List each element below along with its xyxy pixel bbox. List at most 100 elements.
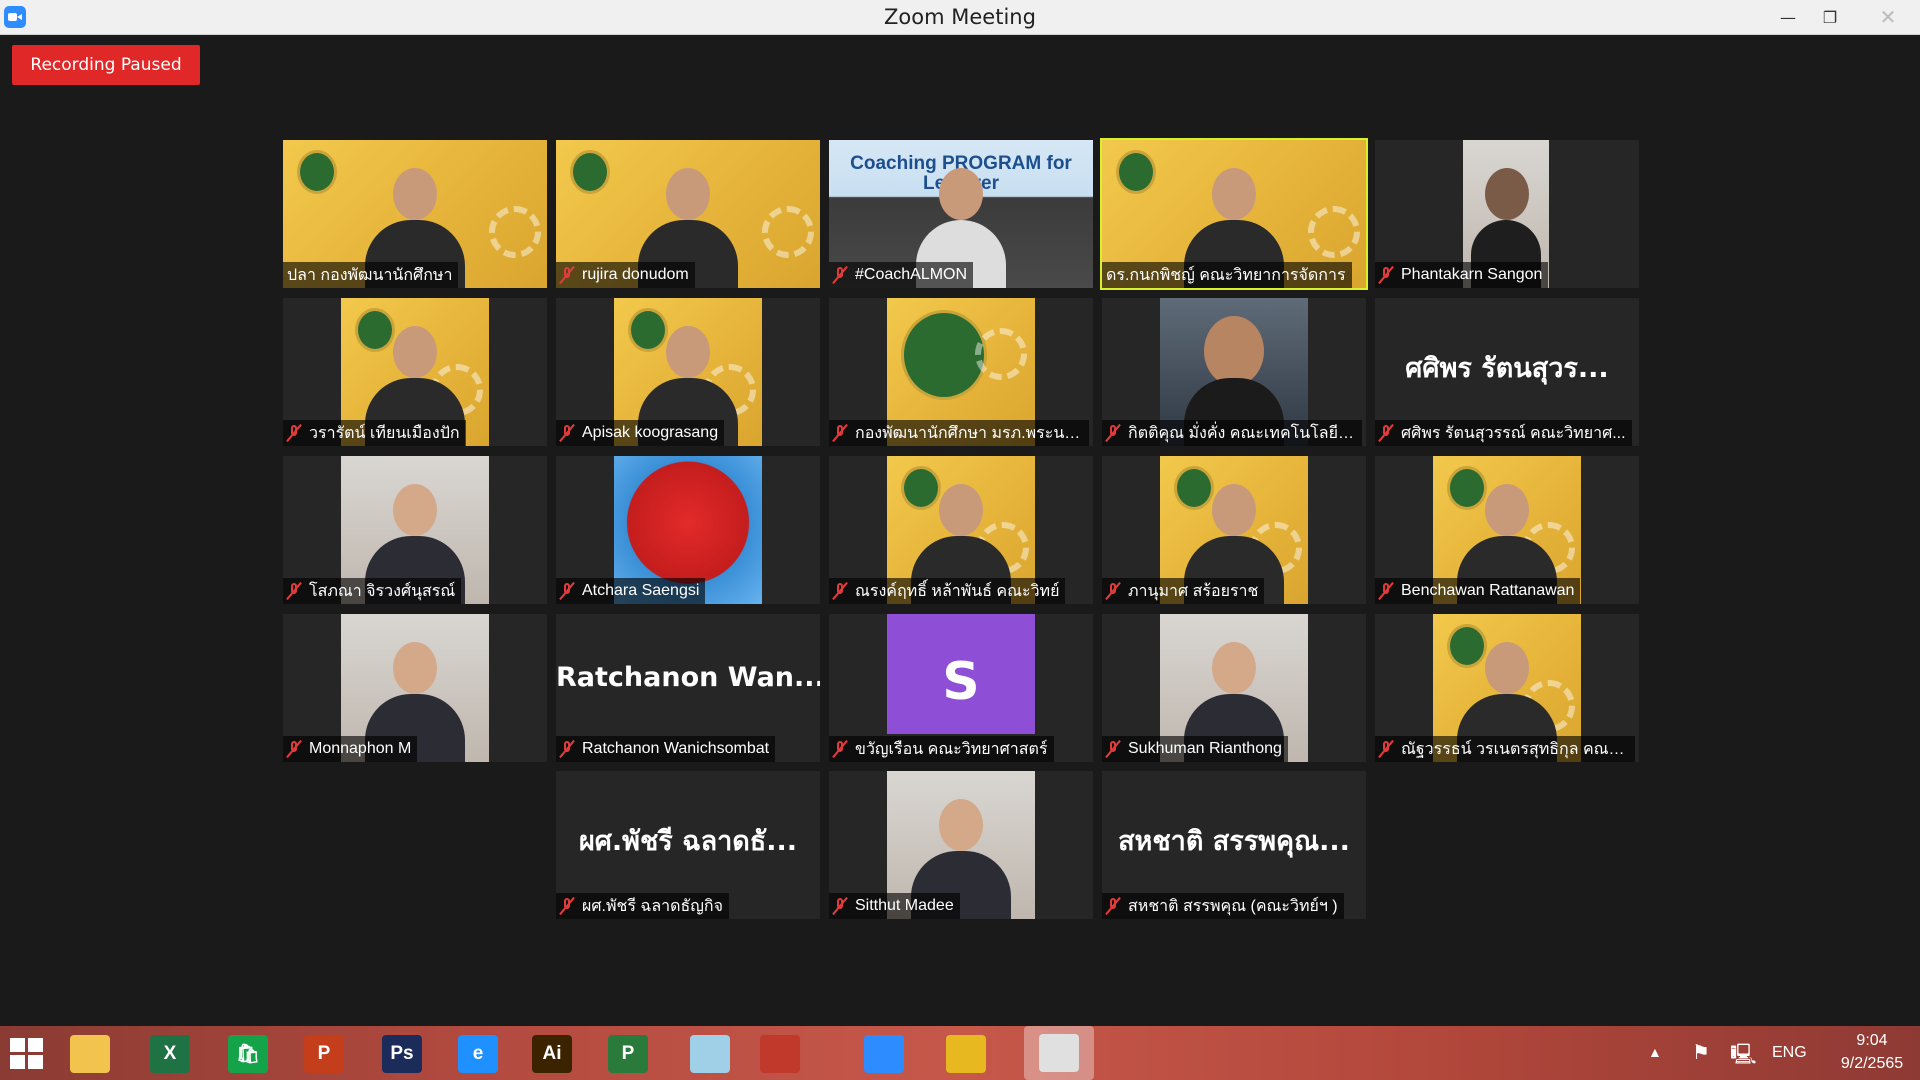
participant-display-name: สหชาติ สรรพคุณ... [1118, 826, 1350, 857]
participant-name-label: โสภณา จิรวงศ์นุสรณ์ [283, 578, 462, 604]
clock-time[interactable]: 9:04 [1842, 1032, 1902, 1050]
participant-name-label: ศศิพร รัตนสุวรรณ์ คณะวิทยาศ... [1375, 420, 1632, 446]
mic-muted-icon [1379, 424, 1393, 442]
powerpoint-taskbar-icon[interactable]: P [304, 1035, 344, 1073]
gear-decoration-icon [762, 206, 814, 258]
participant-tile[interactable]: ผศ.พัชรี ฉลาดธั... ผศ.พัชรี ฉลาดธัญกิจ [556, 771, 820, 919]
mic-muted-icon [1379, 740, 1393, 758]
participant-tile[interactable]: สหชาติ สรรพคุณ... สหชาติ สรรพคุณ (คณะวิทย… [1102, 771, 1366, 919]
participant-display-name: ศศิพร รัตนสุวร... [1405, 353, 1609, 384]
university-logo-icon [297, 150, 337, 194]
participant-tile[interactable]: Coaching PROGRAM for Lecturer#CoachALMON [829, 140, 1093, 288]
participant-tile[interactable]: โสภณา จิรวงศ์นุสรณ์ [283, 456, 547, 604]
participant-name-label: ผศ.พัชรี ฉลาดธัญกิจ [556, 893, 729, 919]
powerpoint-icon: P [304, 1035, 344, 1073]
participant-tile[interactable]: ดร.กนกพิชญ์ คณะวิทยาการจัดการ [1100, 138, 1368, 290]
excel-taskbar-icon[interactable]: X [150, 1035, 190, 1073]
participant-tile[interactable]: วรารัตน์ เทียนเมืองปัก [283, 298, 547, 446]
participant-name-label: Phantakarn Sangon [1375, 262, 1549, 288]
internet-explorer-icon: e [458, 1035, 498, 1073]
store-icon: 🛍 [228, 1035, 268, 1073]
participant-name-label: วรารัตน์ เทียนเมืองปัก [283, 420, 466, 446]
participant-tile[interactable]: S ขวัญเรือน คณะวิทยาศาสตร์ [829, 614, 1093, 762]
participant-tile[interactable]: กิตติคุณ มั่งคั่ง คณะเทคโนโลยีอุ... [1102, 298, 1366, 446]
participant-name: กองพัฒนานักศึกษา มรภ.พระนคร [855, 424, 1083, 442]
participant-name-label: Sitthut Madee [829, 893, 960, 919]
participant-tile[interactable]: Atchara Saengsi [556, 456, 820, 604]
internet-explorer-taskbar-icon[interactable]: e [458, 1035, 498, 1073]
photoshop-taskbar-icon[interactable]: Ps [382, 1035, 422, 1073]
participant-name-label: ปลา กองพัฒนานักศึกษา [283, 262, 459, 288]
participant-name-label: rujira donudom [556, 262, 695, 288]
illustrator-taskbar-icon[interactable]: Ai [532, 1035, 572, 1073]
participant-tile[interactable]: Sitthut Madee [829, 771, 1093, 919]
mic-muted-icon [833, 582, 847, 600]
participant-tile[interactable]: ศศิพร รัตนสุวร... ศศิพร รัตนสุวรรณ์ คณะวิ… [1375, 298, 1639, 446]
language-indicator[interactable]: ENG [1772, 1044, 1807, 1062]
mic-muted-icon [1106, 582, 1120, 600]
participant-tile[interactable]: ปลา กองพัฒนานักศึกษา [283, 140, 547, 288]
participant-tile[interactable]: Benchawan Rattanawan [1375, 456, 1639, 604]
participant-name: ขวัญเรือน คณะวิทยาศาสตร์ [855, 740, 1048, 758]
mic-muted-icon [287, 740, 301, 758]
network-icon[interactable]: 🖳 [1730, 1040, 1757, 1074]
zoom-icon [864, 1035, 904, 1073]
participant-tile[interactable]: Sukhuman Rianthong [1102, 614, 1366, 762]
participant-tile[interactable]: ภานุมาศ สร้อยราช [1102, 456, 1366, 604]
participant-name: Monnaphon M [309, 740, 412, 757]
start-button[interactable] [10, 1038, 44, 1070]
maximize-button[interactable]: ❐ [1804, 0, 1856, 34]
gear-decoration-icon [1308, 206, 1360, 258]
participant-tile[interactable]: Monnaphon M [283, 614, 547, 762]
tray-overflow-icon[interactable]: ▲ [1648, 1044, 1662, 1060]
mic-muted-icon [1379, 266, 1393, 284]
project-taskbar-icon[interactable]: P [608, 1035, 648, 1073]
participant-tile[interactable]: rujira donudom [556, 140, 820, 288]
flag-icon[interactable]: ⚑ [1692, 1040, 1710, 1065]
participant-tile[interactable]: ณัฐวรรธน์ วรเนตรสุทธิกุล คณะเ... [1375, 614, 1639, 762]
photos-taskbar-icon[interactable] [1024, 1026, 1094, 1080]
participant-tile[interactable]: Ratchanon Wan... Ratchanon Wanichsombat [556, 614, 820, 762]
mic-muted-icon [287, 582, 301, 600]
mic-muted-icon [833, 740, 847, 758]
participant-display-name: ผศ.พัชรี ฉลาดธั... [578, 826, 798, 857]
store-taskbar-icon[interactable]: 🛍 [228, 1035, 268, 1073]
clock-date[interactable]: 9/2/2565 [1826, 1055, 1918, 1073]
participant-name: Sitthut Madee [855, 897, 954, 914]
recording-status-badge[interactable]: Recording Paused [12, 45, 200, 85]
gear-decoration-icon [975, 328, 1027, 380]
participant-name: ปลา กองพัฒนานักศึกษา [287, 266, 453, 284]
mic-muted-icon [1106, 424, 1120, 442]
participant-name: ดร.กนกพิชญ์ คณะวิทยาการจัดการ [1106, 266, 1346, 284]
mic-muted-icon [560, 582, 574, 600]
notepad-taskbar-icon[interactable] [690, 1035, 730, 1073]
participant-tile[interactable]: ณรงค์ฤทธิ์ หล้าพันธ์ คณะวิทย์ [829, 456, 1093, 604]
illustrator-icon: Ai [532, 1035, 572, 1073]
participant-display-name: Ratchanon Wan... [556, 662, 820, 693]
photoscape-taskbar-icon[interactable] [760, 1035, 800, 1073]
participant-name: ผศ.พัชรี ฉลาดธัญกิจ [582, 897, 723, 915]
participant-name: โสภณา จิรวงศ์นุสรณ์ [309, 582, 456, 600]
participant-tile[interactable]: Apisak koograsang [556, 298, 820, 446]
participant-name-label: ณัฐวรรธน์ วรเนตรสุทธิกุล คณะเ... [1375, 736, 1635, 762]
participant-name: ภานุมาศ สร้อยราช [1128, 582, 1259, 600]
participant-name-label: ดร.กนกพิชญ์ คณะวิทยาการจัดการ [1102, 262, 1352, 288]
mic-muted-icon [1106, 897, 1120, 915]
participant-name: Phantakarn Sangon [1401, 266, 1543, 283]
participant-name: Benchawan Rattanawan [1401, 582, 1575, 599]
participant-name: Ratchanon Wanichsombat [582, 740, 770, 757]
mic-muted-icon [560, 424, 574, 442]
participant-tile[interactable]: กองพัฒนานักศึกษา มรภ.พระนคร [829, 298, 1093, 446]
close-button[interactable]: ✕ [1856, 0, 1920, 34]
participant-name: Atchara Saengsi [582, 582, 700, 599]
notepad-icon [690, 1035, 730, 1073]
zoom-taskbar-icon[interactable] [864, 1035, 904, 1073]
chrome-taskbar-icon[interactable] [946, 1035, 986, 1073]
file-explorer-taskbar-icon[interactable] [70, 1035, 110, 1073]
mic-muted-icon [560, 266, 574, 284]
participant-name: rujira donudom [582, 266, 689, 283]
photos-icon [1039, 1034, 1079, 1072]
taskbar: X 🛍 P Ps e Ai P ▲ ⚑ 🖳 ENG 9:04 9/2/2565 [0, 1026, 1920, 1080]
participant-tile[interactable]: Phantakarn Sangon [1375, 140, 1639, 288]
avatar-initial: S [942, 652, 980, 712]
